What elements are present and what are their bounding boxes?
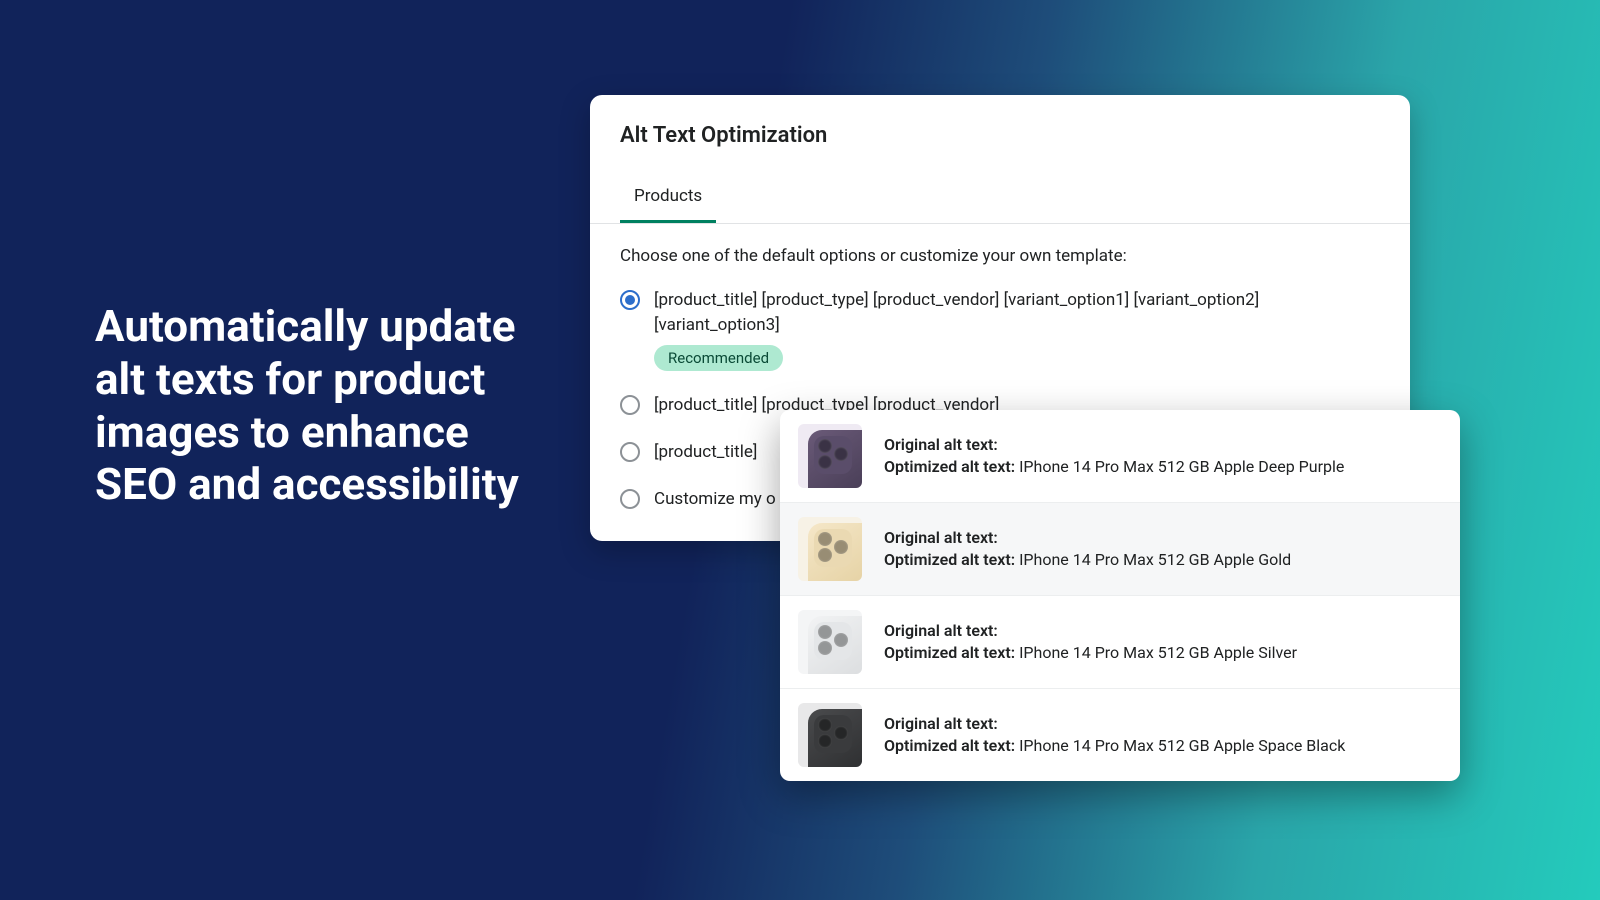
optimized-value: IPhone 14 Pro Max 512 GB Apple Silver (1019, 643, 1297, 662)
recommended-badge: Recommended (654, 345, 783, 371)
tabs: Products (590, 176, 1410, 224)
radio-icon (620, 395, 640, 415)
original-label: Original alt text: (884, 621, 998, 640)
tab-products[interactable]: Products (620, 176, 716, 223)
optimized-label: Optimized alt text: (884, 457, 1015, 476)
optimized-value: IPhone 14 Pro Max 512 GB Apple Gold (1019, 550, 1291, 569)
instruction-text: Choose one of the default options or cus… (620, 246, 1380, 266)
preview-text: Original alt text: Optimized alt text: I… (884, 434, 1344, 479)
original-label: Original alt text: (884, 528, 998, 547)
product-thumbnail-icon (798, 610, 862, 674)
template-option-label: [product_title] [product_type] [product_… (654, 288, 1380, 337)
preview-row: Original alt text: Optimized alt text: I… (780, 410, 1460, 503)
optimized-value: IPhone 14 Pro Max 512 GB Apple Space Bla… (1019, 736, 1345, 755)
product-thumbnail-icon (798, 517, 862, 581)
optimized-label: Optimized alt text: (884, 643, 1015, 662)
preview-text: Original alt text: Optimized alt text: I… (884, 713, 1345, 758)
product-thumbnail-icon (798, 703, 862, 767)
optimized-label: Optimized alt text: (884, 550, 1015, 569)
preview-text: Original alt text: Optimized alt text: I… (884, 527, 1291, 572)
preview-text: Original alt text: Optimized alt text: I… (884, 620, 1297, 665)
template-option-1[interactable]: [product_title] [product_type] [product_… (620, 288, 1380, 371)
preview-row: Original alt text: Optimized alt text: I… (780, 503, 1460, 596)
marketing-headline: Automatically update alt texts for produ… (95, 300, 535, 511)
original-label: Original alt text: (884, 435, 998, 454)
optimized-value: IPhone 14 Pro Max 512 GB Apple Deep Purp… (1019, 457, 1344, 476)
preview-row: Original alt text: Optimized alt text: I… (780, 596, 1460, 689)
product-thumbnail-icon (798, 424, 862, 488)
preview-row: Original alt text: Optimized alt text: I… (780, 689, 1460, 781)
radio-icon (620, 442, 640, 462)
preview-card: Original alt text: Optimized alt text: I… (780, 410, 1460, 781)
optimized-label: Optimized alt text: (884, 736, 1015, 755)
radio-icon (620, 489, 640, 509)
radio-icon (620, 290, 640, 310)
original-label: Original alt text: (884, 714, 998, 733)
card-title: Alt Text Optimization (620, 123, 1380, 148)
